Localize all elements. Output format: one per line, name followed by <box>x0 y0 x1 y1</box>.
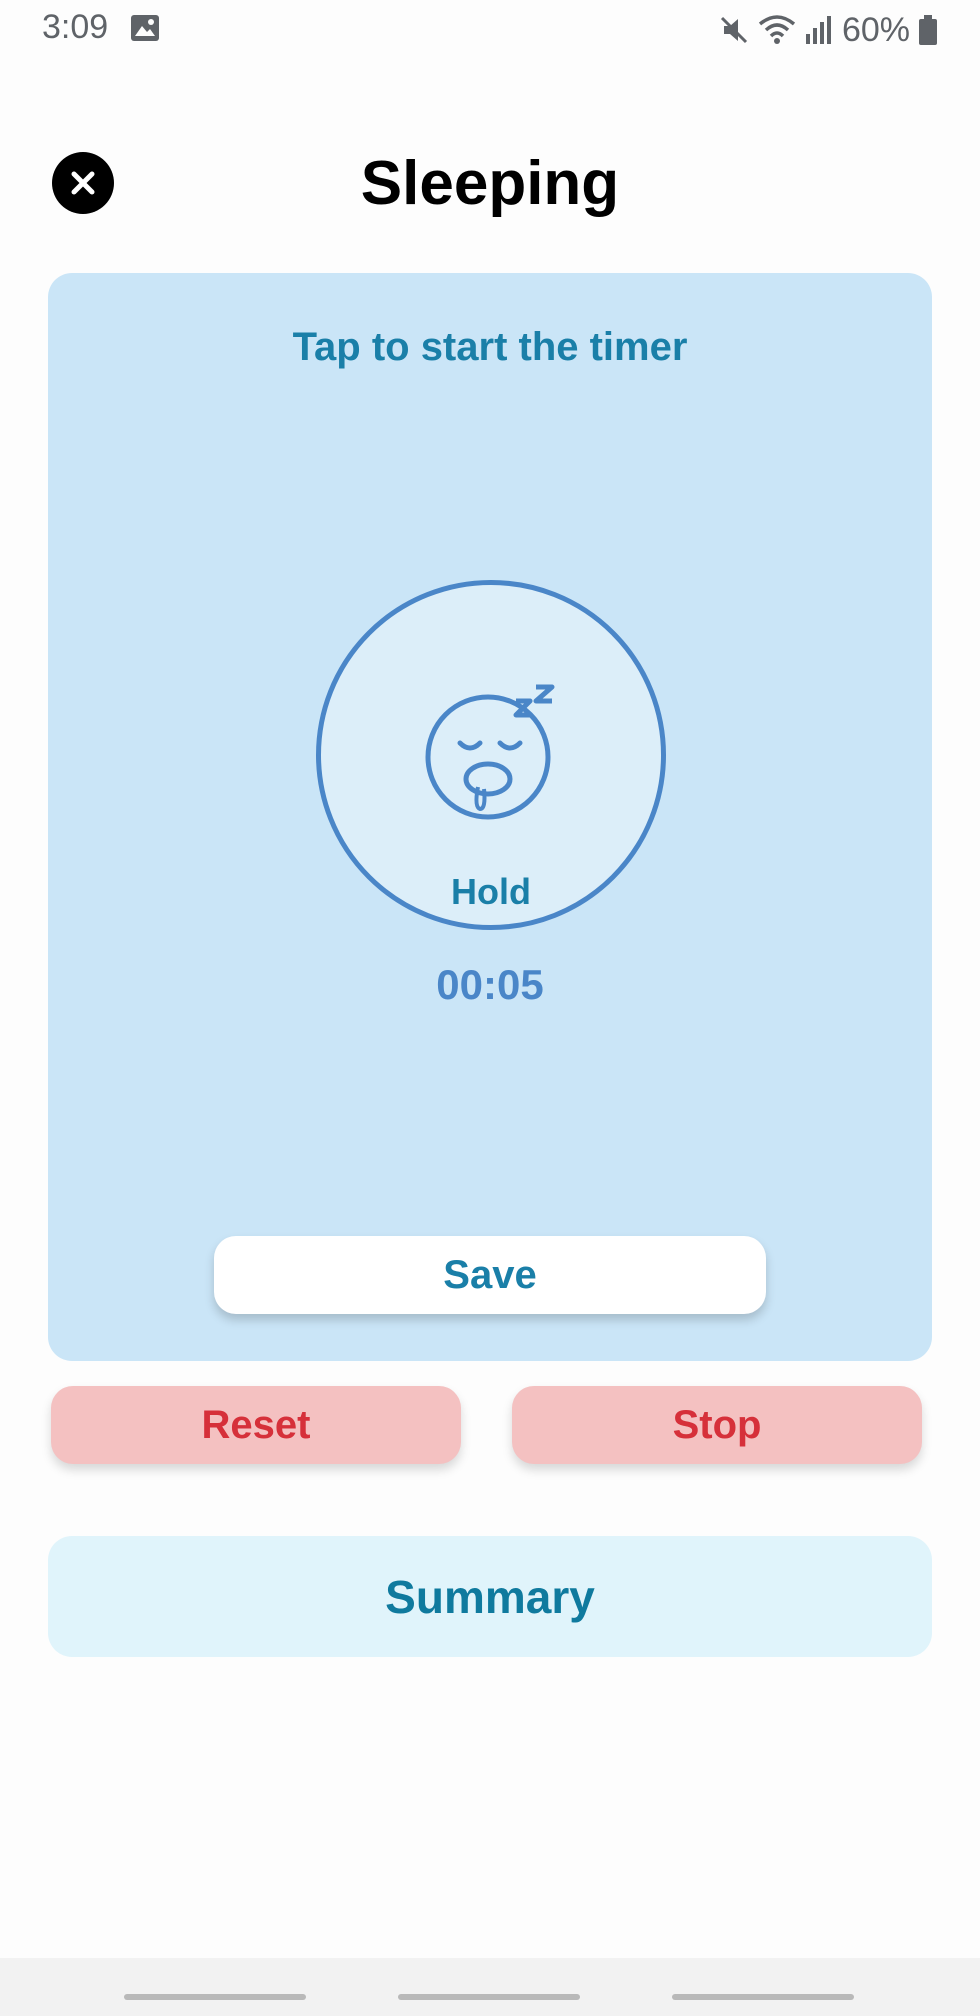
wifi-icon <box>758 14 796 46</box>
timer-button[interactable]: Hold <box>316 580 666 930</box>
battery-percent: 60% <box>841 10 910 49</box>
summary-button[interactable]: Summary <box>48 1536 932 1657</box>
save-button[interactable]: Save <box>214 1236 766 1314</box>
stop-button[interactable]: Stop <box>512 1386 922 1464</box>
timer-hint: Tap to start the timer <box>292 325 688 369</box>
signal-icon <box>804 14 834 46</box>
page-title: Sleeping <box>360 149 620 218</box>
status-bar: 3:09 60% <box>0 0 980 60</box>
status-icons: 60% <box>718 8 938 52</box>
nav-back-handle[interactable] <box>672 1994 854 2000</box>
status-time: 3:09 <box>42 8 109 46</box>
gallery-icon <box>130 14 160 42</box>
battery-icon <box>918 14 938 46</box>
nav-recent-handle[interactable] <box>124 1994 306 2000</box>
sleeping-timer-screen: 3:09 60% Sleeping Tap to start the timer… <box>0 0 980 2016</box>
reset-button[interactable]: Reset <box>51 1386 461 1464</box>
hold-label: Hold <box>451 871 531 912</box>
timer-card[interactable]: Tap to start the timer Hold 00:05 Save <box>48 273 932 1361</box>
sleeping-face-icon <box>425 684 555 820</box>
nav-home-handle[interactable] <box>398 1994 580 2000</box>
elapsed-time: 00:05 <box>436 961 544 1008</box>
mute-icon <box>718 14 750 46</box>
navigation-bar <box>0 1958 980 2016</box>
